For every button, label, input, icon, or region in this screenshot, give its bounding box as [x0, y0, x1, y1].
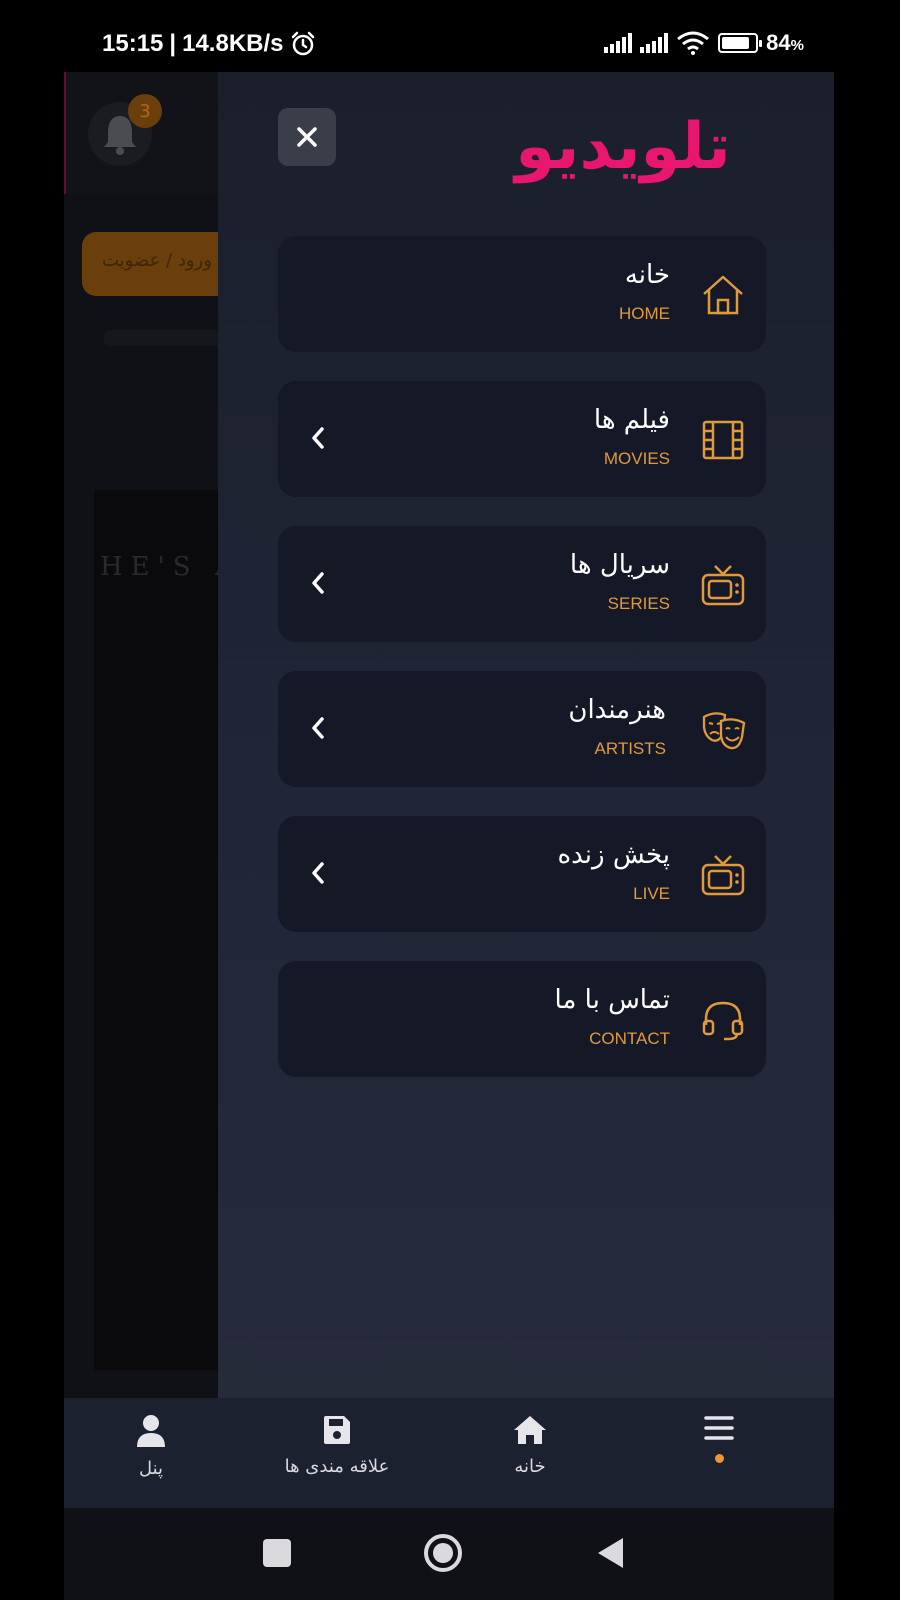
tv-icon [701, 565, 745, 606]
menu-item-label: هنرمندان [568, 695, 666, 725]
menu-item-label: پخش زنده [557, 840, 671, 870]
circle-icon [424, 1534, 462, 1572]
film-icon [702, 420, 744, 460]
nav-label: علاقه مندی ها [284, 1456, 390, 1477]
clock: 15:15 [102, 30, 164, 57]
nav-item-menu[interactable] [694, 1414, 744, 1463]
status-bar: 15:15 | 14.8KB/s 84% [0, 0, 900, 72]
chevron-left-icon[interactable] [308, 425, 328, 451]
headset-icon [702, 1001, 744, 1041]
home-icon [703, 275, 743, 315]
nav-item-home[interactable]: خانه [500, 1414, 560, 1477]
menu-item-label: فیلم ها [593, 405, 670, 435]
home-icon [514, 1416, 546, 1444]
bottom-nav: پنل علاقه مندی ها خانه [64, 1398, 834, 1508]
menu-item-movies[interactable]: فیلم ها MOVIES [278, 381, 766, 497]
square-icon [263, 1539, 291, 1567]
save-icon [324, 1416, 350, 1444]
menu-item-contact[interactable]: تماس با ما CONTACT [278, 961, 766, 1077]
network-speed: 14.8KB/s [182, 30, 284, 57]
menu-item-sublabel: CONTACT [589, 1029, 670, 1048]
tv-icon [701, 855, 745, 896]
signal-icon [604, 33, 633, 53]
wifi-icon [677, 31, 710, 55]
drawer-menu: خانه HOME فیلم ها MOVIES سریال ها SERIES… [278, 236, 766, 1106]
nav-item-panel[interactable]: پنل [116, 1414, 186, 1479]
theater-masks-icon [702, 712, 746, 750]
side-drawer: تلویدیو خانه HOME فیلم ها MOVIES سریال ه… [218, 72, 834, 1398]
menu-item-sublabel: ARTISTS [594, 739, 666, 758]
battery-icon [718, 33, 763, 53]
recents-button[interactable] [254, 1530, 300, 1576]
battery-percent: 84% [766, 30, 804, 55]
back-triangle-icon [598, 1538, 623, 1568]
menu-item-sublabel: SERIES [607, 594, 670, 613]
menu-item-live[interactable]: پخش زنده LIVE [278, 816, 766, 932]
notification-badge: 3 [128, 94, 162, 128]
user-icon [137, 1415, 165, 1447]
menu-item-series[interactable]: سریال ها SERIES [278, 526, 766, 642]
status-separator: | [169, 30, 177, 57]
menu-item-sublabel: MOVIES [603, 449, 670, 468]
nav-label: پنل [138, 1458, 164, 1479]
menu-item-label: سریال ها [569, 550, 670, 580]
menu-item-artists[interactable]: هنرمندان ARTISTS [278, 671, 766, 787]
menu-icon [704, 1416, 734, 1440]
status-bar-left: 15:15 | 14.8KB/s [102, 30, 316, 58]
close-button[interactable] [278, 108, 336, 166]
menu-item-label: تماس با ما [554, 985, 670, 1015]
menu-item-sublabel: HOME [619, 304, 670, 323]
app-screen: 3 ورود / عضویت HE'S A تلویدیو خانه HOME [64, 72, 834, 1600]
close-icon [297, 127, 317, 147]
back-button[interactable] [588, 1530, 634, 1576]
active-indicator-dot [714, 1454, 724, 1463]
svg-text:تلویدیو: تلویدیو [512, 110, 730, 184]
menu-item-home[interactable]: خانه HOME [278, 236, 766, 352]
menu-item-label: خانه [624, 260, 670, 290]
app-logo[interactable]: تلویدیو [498, 88, 748, 184]
home-button[interactable] [420, 1530, 466, 1576]
nav-label: خانه [514, 1456, 546, 1477]
signal-icon [640, 33, 669, 53]
chevron-left-icon[interactable] [308, 860, 328, 886]
menu-item-sublabel: LIVE [633, 884, 670, 903]
status-bar-right: 84% [604, 30, 804, 56]
system-nav-bar [64, 1508, 834, 1600]
chevron-left-icon[interactable] [308, 715, 328, 741]
nav-item-favorites[interactable]: علاقه مندی ها [272, 1414, 402, 1477]
chevron-left-icon[interactable] [308, 570, 328, 596]
alarm-icon [291, 31, 314, 56]
